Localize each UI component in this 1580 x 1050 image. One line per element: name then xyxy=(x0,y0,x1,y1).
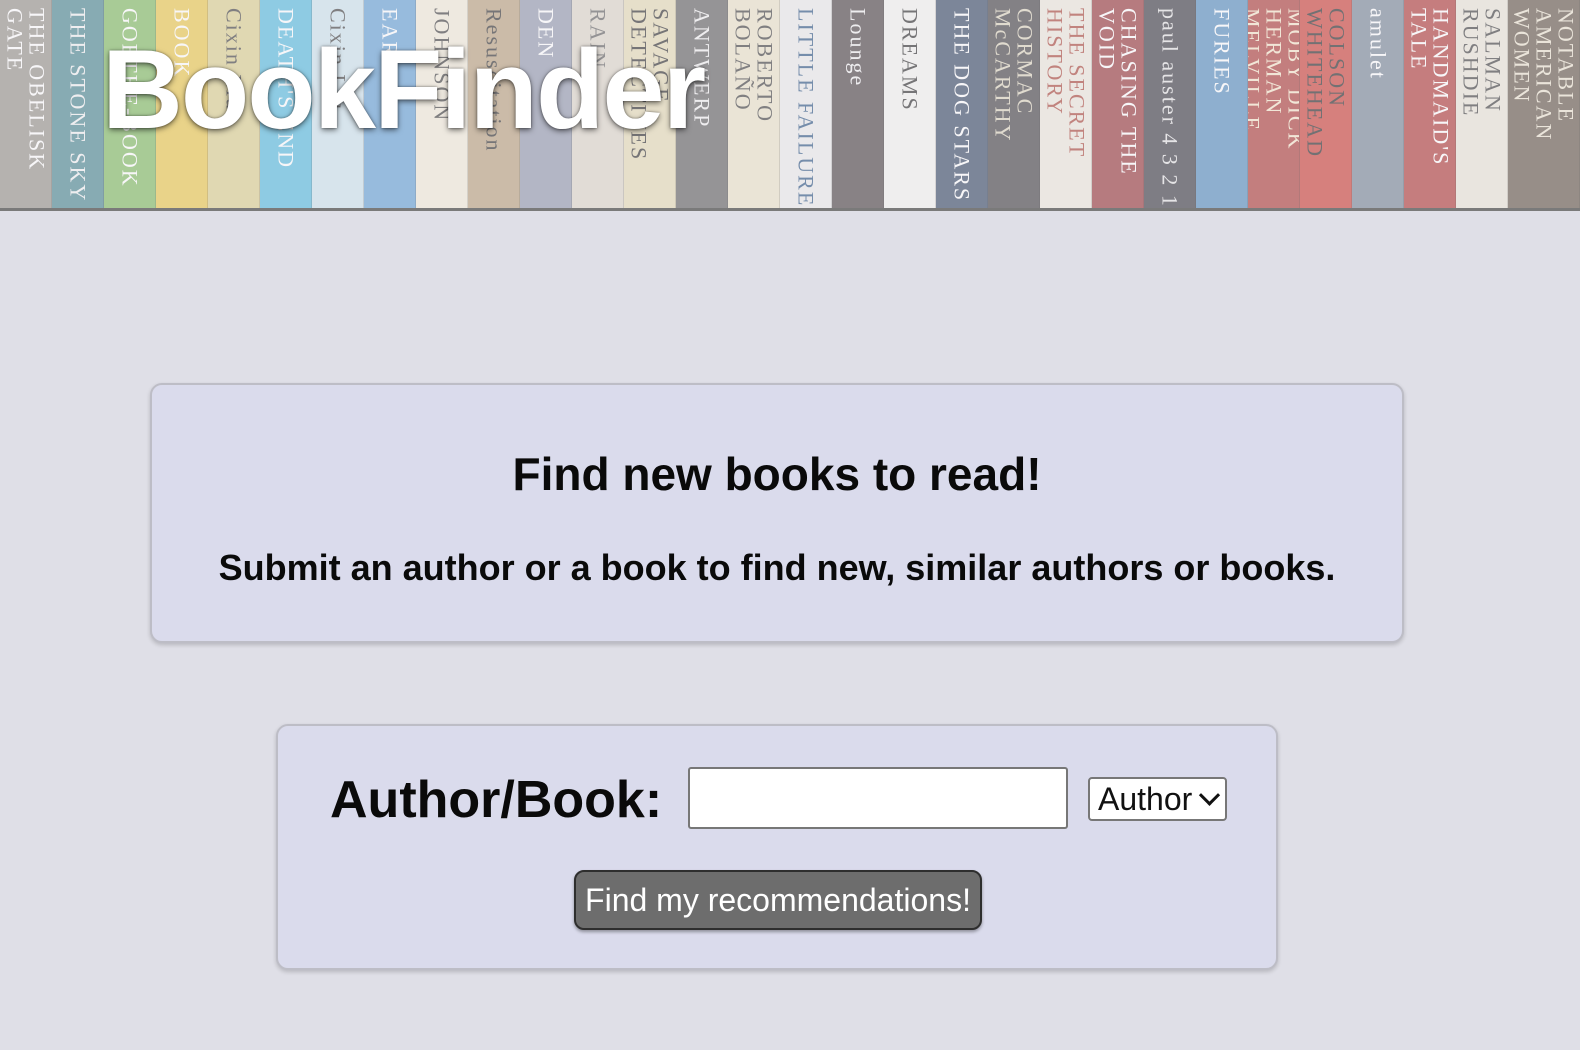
chevron-down-icon xyxy=(1198,784,1221,806)
intro-card: Find new books to read! Submit an author… xyxy=(150,383,1404,643)
author-book-label: Author/Book: xyxy=(330,771,663,829)
author-book-input[interactable] xyxy=(688,767,1068,829)
search-form: Author/Book: Author Find my recommendati… xyxy=(276,724,1278,970)
intro-subheading: Submit an author or a book to find new, … xyxy=(218,547,1336,588)
search-type-selected: Author xyxy=(1098,780,1193,817)
find-recommendations-button[interactable]: Find my recommendations! xyxy=(574,870,982,930)
intro-heading: Find new books to read! xyxy=(512,448,1042,500)
header-banner: THE OBELISK GATE THE STONE SKY GOETHE-BOOK… xyxy=(0,0,1580,211)
site-logo[interactable]: BookFinder xyxy=(102,34,706,146)
search-type-select[interactable]: Author xyxy=(1088,777,1227,821)
